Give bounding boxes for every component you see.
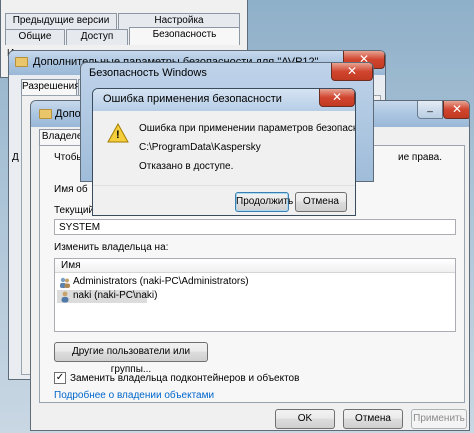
- ok-button[interactable]: OK: [275, 409, 335, 429]
- current-owner-field: SYSTEM: [54, 219, 456, 235]
- error-detail: Отказано в доступе.: [139, 161, 234, 172]
- list-item-label: naki (naki-PC\naki): [73, 290, 158, 301]
- tab-sharing[interactable]: Доступ: [66, 29, 128, 45]
- windows-security-titlebar: Безопасность Windows: [81, 63, 373, 85]
- folder-icon: [15, 57, 28, 67]
- cancel-button[interactable]: Отмена: [295, 192, 347, 212]
- other-users-button[interactable]: Другие пользователи или группы...: [54, 342, 208, 375]
- object-name-label: Имя об: [54, 184, 88, 195]
- user-icon: [59, 291, 71, 303]
- close-button[interactable]: ✕: [319, 89, 355, 107]
- minimize-button[interactable]: _: [417, 101, 443, 119]
- owner-intro-text-end: ие права.: [398, 152, 443, 163]
- folder-icon: [39, 109, 52, 119]
- error-path: C:\ProgramData\Kaspersky: [139, 142, 261, 153]
- tab-security[interactable]: Безопасность: [129, 27, 240, 45]
- error-dialog-title: Ошибка применения безопасности: [103, 93, 282, 105]
- warning-glyph: !: [116, 129, 120, 141]
- tab-previous-versions[interactable]: Предыдущие версии: [5, 13, 117, 29]
- users-icon: [59, 277, 71, 289]
- replace-owner-checkbox[interactable]: ✓: [54, 372, 66, 384]
- error-dialog-titlebar: Ошибка применения безопасности: [93, 89, 355, 111]
- windows-security-title: Безопасность Windows: [89, 67, 207, 79]
- error-message: Ошибка при применении параметров безопас…: [139, 123, 355, 134]
- tab-general[interactable]: Общие: [5, 29, 65, 45]
- cancel-button[interactable]: Отмена: [343, 409, 403, 429]
- change-owner-label: Изменить владельца на:: [54, 242, 169, 253]
- current-owner-value: SYSTEM: [59, 222, 101, 233]
- close-button[interactable]: ✕: [331, 63, 373, 81]
- apply-button: Применить: [411, 409, 467, 429]
- error-dialog: Ошибка применения безопасности ✕ ! Ошибк…: [92, 88, 356, 216]
- list-item[interactable]: naki (naki-PC\naki): [57, 290, 157, 303]
- list-header[interactable]: Имя: [55, 259, 455, 273]
- owner-list[interactable]: Имя Administrators (naki-PC\Administrato…: [54, 258, 456, 332]
- dialog-button-bar: Продолжить Отмена: [93, 185, 355, 215]
- close-button[interactable]: ✕: [443, 101, 469, 119]
- list-item[interactable]: Administrators (naki-PC\Administrators): [57, 276, 453, 289]
- continue-button[interactable]: Продолжить: [235, 192, 293, 212]
- left-letter: Д: [12, 152, 19, 163]
- warning-icon: !: [107, 122, 129, 143]
- tab-permissions[interactable]: Разрешения: [21, 79, 80, 95]
- more-info-link[interactable]: Подробнее о владении объектами: [54, 390, 214, 401]
- list-item-label: Administrators (naki-PC\Administrators): [73, 276, 249, 287]
- owner-title: Допо: [55, 108, 81, 120]
- replace-owner-label: Заменить владельца подконтейнеров и объе…: [70, 373, 300, 384]
